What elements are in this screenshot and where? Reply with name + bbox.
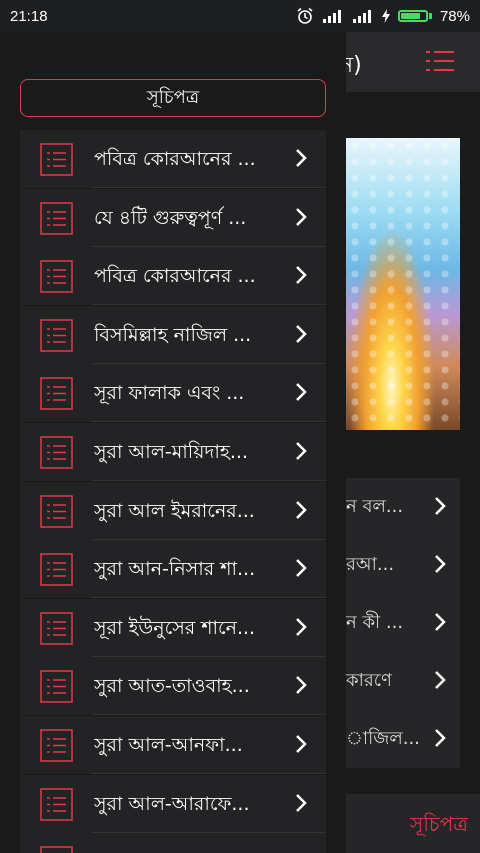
drawer-list-item[interactable]: সূরা ইউনুসের শানে...	[20, 599, 326, 657]
drawer-list-item-label: বিসমিল্লাহ নাজিল ...	[94, 324, 252, 346]
chevron-right-icon	[296, 618, 307, 636]
drawer-list-item[interactable]: সুরা আল-আনফা...	[20, 716, 326, 774]
chevron-right-icon	[435, 555, 446, 573]
list-icon	[40, 846, 73, 853]
drawer-list-item[interactable]: বিসমিল্লাহ নাজিল ...	[20, 306, 326, 364]
chevron-right-icon	[296, 149, 307, 167]
bottom-bar[interactable]: সূচিপত্র	[346, 794, 480, 853]
background-list-item-label: াজিল...	[346, 727, 418, 749]
drawer-list-item-label: পবিত্র কোরআনের ...	[94, 265, 256, 287]
background-list-item[interactable]: রআ...	[346, 536, 460, 595]
background-list-item[interactable]: াজিল...	[346, 710, 460, 769]
list-icon	[40, 788, 73, 821]
status-time: 21:18	[10, 7, 48, 25]
chevron-right-icon	[296, 676, 307, 694]
drawer-list-item-label: সূরা ফালাক এবং ...	[94, 382, 245, 404]
list-icon	[40, 553, 73, 586]
chevron-right-icon	[435, 671, 446, 689]
chevron-right-icon	[296, 383, 307, 401]
background-list-item[interactable]: ন বল...	[346, 478, 460, 537]
list-icon	[40, 670, 73, 703]
index-header-button[interactable]: সূচিপত্র	[20, 79, 326, 117]
chevron-right-icon	[296, 442, 307, 460]
list-icon	[40, 495, 73, 528]
list-icon	[40, 319, 73, 352]
signal-icon-2	[352, 10, 371, 23]
background-list-item[interactable]: ন কী ...	[346, 594, 460, 653]
drawer-list-item-label: সুরা আল-আরাফে...	[94, 793, 250, 815]
status-bar: 21:18 78%	[0, 0, 480, 32]
drawer-list-item[interactable]: পবিত্র কোরআনের ...	[20, 130, 326, 188]
chevron-right-icon	[435, 497, 446, 515]
drawer-list-item-label: সুরা আন-নিসার শা...	[94, 558, 256, 580]
list-icon	[40, 377, 73, 410]
background-list-item-label: ন কী ...	[346, 611, 404, 633]
bottom-bar-label: সূচিপত্র	[410, 812, 468, 836]
chevron-right-icon	[435, 613, 446, 631]
divider	[92, 714, 326, 715]
drawer-list-item-label: সুরা আল-আনফা...	[94, 734, 243, 756]
drawer-list-item[interactable]: সুরা আত-তাওবাহ...	[20, 657, 326, 715]
divider	[92, 421, 326, 422]
background-list-item-label: কারণে	[346, 669, 392, 691]
signal-icon	[322, 10, 341, 23]
drawer-list-item-label: সূরা ইউনুসের শানে...	[94, 617, 256, 639]
navigation-drawer: সূচিপত্র পবিত্র কোরআনের ... যে ৪টি গুরুত্…	[0, 32, 346, 853]
divider	[92, 773, 326, 774]
list-icon	[40, 729, 73, 762]
list-icon	[40, 202, 73, 235]
background-list-item[interactable]: কারণে	[346, 652, 460, 711]
battery-percent: 78%	[439, 7, 470, 25]
divider	[92, 480, 326, 481]
drawer-list-item[interactable]: পবিত্র কোরআনের ...	[20, 247, 326, 305]
drawer-list-item-label: সুরা আত-তাওবাহ...	[94, 675, 250, 697]
chevron-right-icon	[296, 325, 307, 343]
divider	[92, 304, 326, 305]
banner-image	[346, 138, 460, 430]
drawer-list-item[interactable]: সুরা আল ইমরানের...	[20, 482, 326, 540]
background-list-item-label: ন বল...	[346, 495, 404, 517]
chevron-right-icon	[296, 501, 307, 519]
chevron-right-icon	[296, 208, 307, 226]
drawer-list-item[interactable]: সূরা ফালাক এবং ...	[20, 364, 326, 422]
chevron-right-icon	[296, 794, 307, 812]
drawer-list-item-label: সুরা আল ইমরানের...	[94, 500, 255, 522]
menu-list-icon[interactable]	[426, 50, 454, 72]
drawer-list-item[interactable]: সুরা আল-আরাফে...	[20, 775, 326, 833]
drawer-list-item-label: সুরা আল-মায়িদাহ...	[94, 441, 249, 463]
drawer-list-item[interactable]: যে ৪টি গুরুত্বপূর্ণ ...	[20, 189, 326, 247]
drawer-list-item[interactable]: সুরা আন-নিসার শা...	[20, 540, 326, 598]
divider	[92, 187, 326, 188]
chevron-right-icon	[435, 729, 446, 747]
chevron-right-icon	[296, 266, 307, 284]
drawer-list-item-label: পবিত্র কোরআনের ...	[94, 148, 256, 170]
list-icon	[40, 436, 73, 469]
drawer-list-item-label: যে ৪টি গুরুত্বপূর্ণ ...	[94, 207, 247, 229]
index-header-label: সূচিপত্র	[146, 86, 200, 108]
chevron-right-icon	[296, 735, 307, 753]
background-list-item-label: রআ...	[346, 553, 395, 575]
battery-icon	[397, 10, 432, 22]
list-icon	[40, 143, 73, 176]
list-icon	[40, 612, 73, 645]
list-icon	[40, 260, 73, 293]
drawer-list-item[interactable]	[20, 833, 326, 853]
status-icons: 78%	[296, 7, 470, 25]
alarm-icon	[297, 7, 313, 24]
chevron-right-icon	[296, 559, 307, 577]
divider	[92, 597, 326, 598]
charging-icon	[381, 9, 390, 23]
drawer-list-item[interactable]: সুরা আল-মায়িদাহ...	[20, 423, 326, 481]
